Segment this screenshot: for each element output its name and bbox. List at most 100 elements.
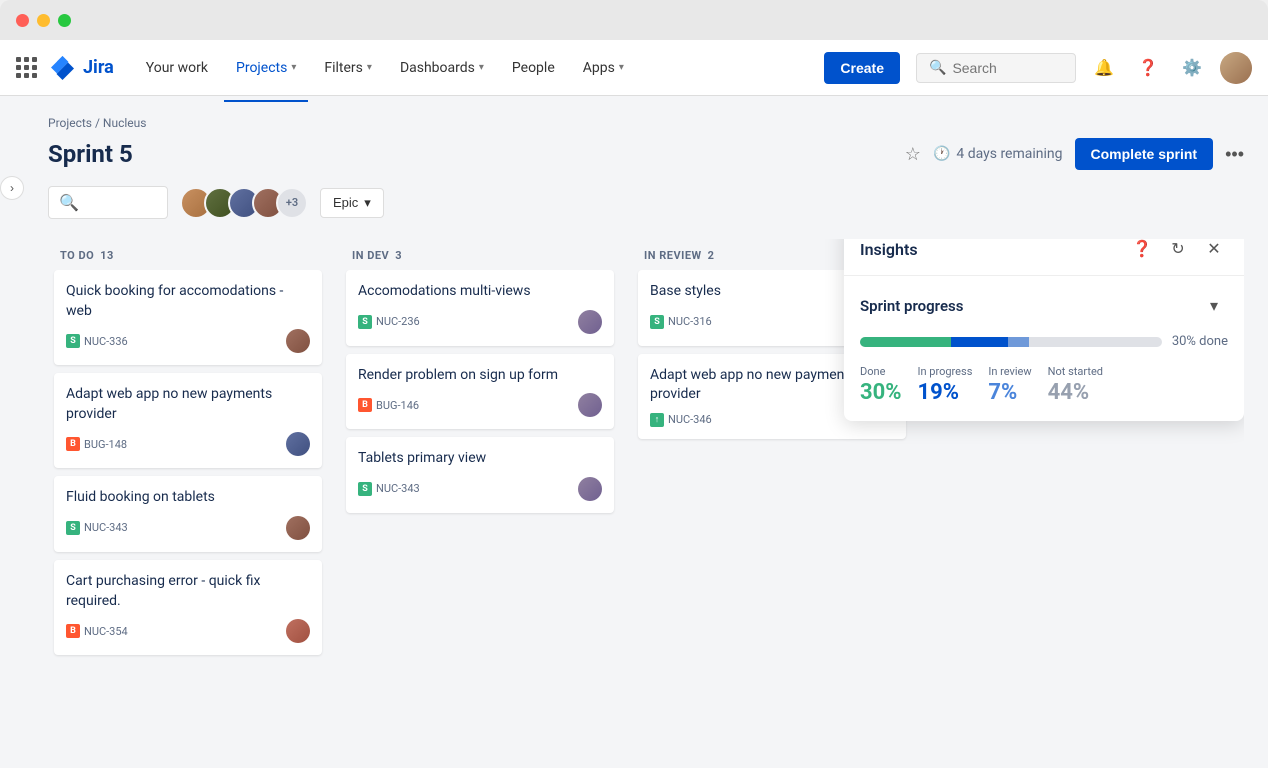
column-indev-cards: Accomodations multi-views S NUC-236 Rend…: [340, 270, 620, 731]
stats-row: Done 30% In progress 19% In review 7%: [860, 365, 1228, 405]
complete-sprint-button[interactable]: Complete sprint: [1075, 138, 1214, 170]
board-header: Sprint 5 ☆ 🕐 4 days remaining Complete s…: [48, 138, 1244, 170]
clock-icon: 🕐: [933, 146, 950, 162]
maximize-window-button[interactable]: [58, 14, 71, 27]
card-nuc-343b[interactable]: Tablets primary view S NUC-343: [346, 437, 614, 513]
card-bug-146[interactable]: Render problem on sign up form B BUG-146: [346, 354, 614, 430]
chevron-down-icon: ▾: [619, 62, 624, 73]
card-tag: S NUC-336: [66, 334, 128, 348]
insights-close-button[interactable]: ✕: [1200, 239, 1228, 263]
board-search-input[interactable]: [85, 195, 165, 210]
close-window-button[interactable]: [16, 14, 29, 27]
card-tag: B BUG-148: [66, 437, 127, 451]
card-footer: B BUG-146: [358, 393, 602, 417]
nav-icons: 🔔 ❓ ⚙️: [1088, 52, 1252, 84]
app-switcher-button[interactable]: [16, 57, 37, 78]
bug-icon: B: [66, 624, 80, 638]
card-tag: S NUC-236: [358, 315, 420, 329]
sprint-title: Sprint 5: [48, 140, 133, 168]
epic-filter-button[interactable]: Epic ▾: [320, 188, 384, 218]
insights-refresh-button[interactable]: ↻: [1164, 239, 1192, 263]
card-avatar: [286, 516, 310, 540]
search-icon: 🔍: [929, 60, 946, 76]
window-chrome: [0, 0, 1268, 40]
card-avatar: [286, 329, 310, 353]
kanban-board: TO DO 13 Quick booking for accomodations…: [48, 239, 1244, 731]
jira-logo[interactable]: Jira: [49, 54, 114, 82]
card-footer: S NUC-343: [358, 477, 602, 501]
sprint-progress-expand-button[interactable]: ▾: [1200, 292, 1228, 320]
insights-panel: Insights ❓ ↻ ✕ Sprint progress ▾: [844, 239, 1244, 421]
search-icon: 🔍: [59, 193, 79, 212]
board-area: Projects / Nucleus Sprint 5 ☆ 🕐 4 days r…: [24, 96, 1268, 768]
card-nuc-343[interactable]: Fluid booking on tablets S NUC-343: [54, 476, 322, 552]
help-button[interactable]: ❓: [1132, 52, 1164, 84]
column-indev-header: IN DEV 3: [340, 239, 620, 270]
traffic-lights: [16, 14, 71, 27]
card-footer: S NUC-336: [66, 329, 310, 353]
insights-help-button[interactable]: ❓: [1128, 239, 1156, 263]
story-icon: S: [358, 315, 372, 329]
header-actions: ☆ 🕐 4 days remaining Complete sprint •••: [905, 138, 1244, 170]
user-avatar[interactable]: [1220, 52, 1252, 84]
improvement-icon: ↑: [650, 413, 664, 427]
breadcrumb: Projects / Nucleus: [48, 116, 1244, 130]
jira-logo-text: Jira: [83, 57, 114, 78]
card-footer: B NUC-354: [66, 619, 310, 643]
star-button[interactable]: ☆: [905, 144, 921, 165]
filter-avatar-count[interactable]: +3: [276, 187, 308, 219]
epic-label: Epic: [333, 195, 358, 210]
card-tag: ↑ NUC-346: [650, 413, 712, 427]
board-search[interactable]: 🔍: [48, 186, 168, 219]
stat-in-review: In review 7%: [988, 365, 1031, 405]
navbar: Jira Your work Projects ▾ Filters ▾ Dash…: [0, 40, 1268, 96]
bug-icon: B: [358, 398, 372, 412]
avatar-filter: +3: [180, 187, 308, 219]
card-tag: S NUC-343: [358, 482, 420, 496]
chevron-down-icon: ▾: [364, 195, 371, 211]
stat-done: Done 30%: [860, 365, 902, 405]
sidebar-toggle: ›: [0, 96, 24, 768]
stat-in-progress: In progress 19%: [918, 365, 973, 405]
column-todo-header: TO DO 13: [48, 239, 328, 270]
insights-panel-header: Insights ❓ ↻ ✕: [844, 239, 1244, 276]
create-button[interactable]: Create: [824, 52, 900, 84]
nav-dashboards[interactable]: Dashboards ▾: [388, 52, 496, 84]
notifications-button[interactable]: 🔔: [1088, 52, 1120, 84]
nav-people[interactable]: People: [500, 52, 567, 84]
insights-header-actions: ❓ ↻ ✕: [1128, 239, 1228, 263]
chevron-down-icon: ▾: [479, 62, 484, 73]
sidebar-toggle-button[interactable]: ›: [0, 176, 24, 200]
minimize-window-button[interactable]: [37, 14, 50, 27]
nav-your-work[interactable]: Your work: [134, 52, 220, 84]
nav-projects[interactable]: Projects ▾: [224, 52, 308, 84]
main-content: › Projects / Nucleus Sprint 5 ☆ 🕐 4 days…: [0, 96, 1268, 768]
insights-panel-title: Insights: [860, 240, 918, 259]
settings-button[interactable]: ⚙️: [1176, 52, 1208, 84]
card-nuc-236[interactable]: Accomodations multi-views S NUC-236: [346, 270, 614, 346]
more-options-button[interactable]: •••: [1225, 144, 1244, 165]
card-nuc-336[interactable]: Quick booking for accomodations - web S …: [54, 270, 322, 365]
column-todo-cards: Quick booking for accomodations - web S …: [48, 270, 328, 731]
card-avatar: [578, 393, 602, 417]
search-box[interactable]: 🔍: [916, 53, 1076, 83]
insights-body: Sprint progress ▾ 30% done: [844, 276, 1244, 421]
search-input[interactable]: [952, 60, 1052, 76]
card-avatar: [578, 477, 602, 501]
card-nuc-354[interactable]: Cart purchasing error - quick fix requir…: [54, 560, 322, 655]
stat-not-started: Not started 44%: [1048, 365, 1103, 405]
progress-in-review: [1008, 337, 1029, 347]
breadcrumb-project-link[interactable]: Nucleus: [103, 116, 147, 130]
story-icon: S: [66, 521, 80, 535]
card-bug-148[interactable]: Adapt web app no new payments provider B…: [54, 373, 322, 468]
progress-bar: [860, 337, 1162, 347]
chevron-down-icon: ▾: [367, 62, 372, 73]
progress-bar-container: 30% done: [860, 334, 1228, 349]
breadcrumb-projects-link[interactable]: Projects: [48, 116, 92, 130]
card-footer: S NUC-343: [66, 516, 310, 540]
nav-filters[interactable]: Filters ▾: [312, 52, 384, 84]
nav-apps[interactable]: Apps ▾: [571, 52, 636, 84]
chevron-down-icon: ▾: [291, 62, 296, 73]
card-tag: S NUC-316: [650, 315, 712, 329]
story-icon: S: [66, 334, 80, 348]
